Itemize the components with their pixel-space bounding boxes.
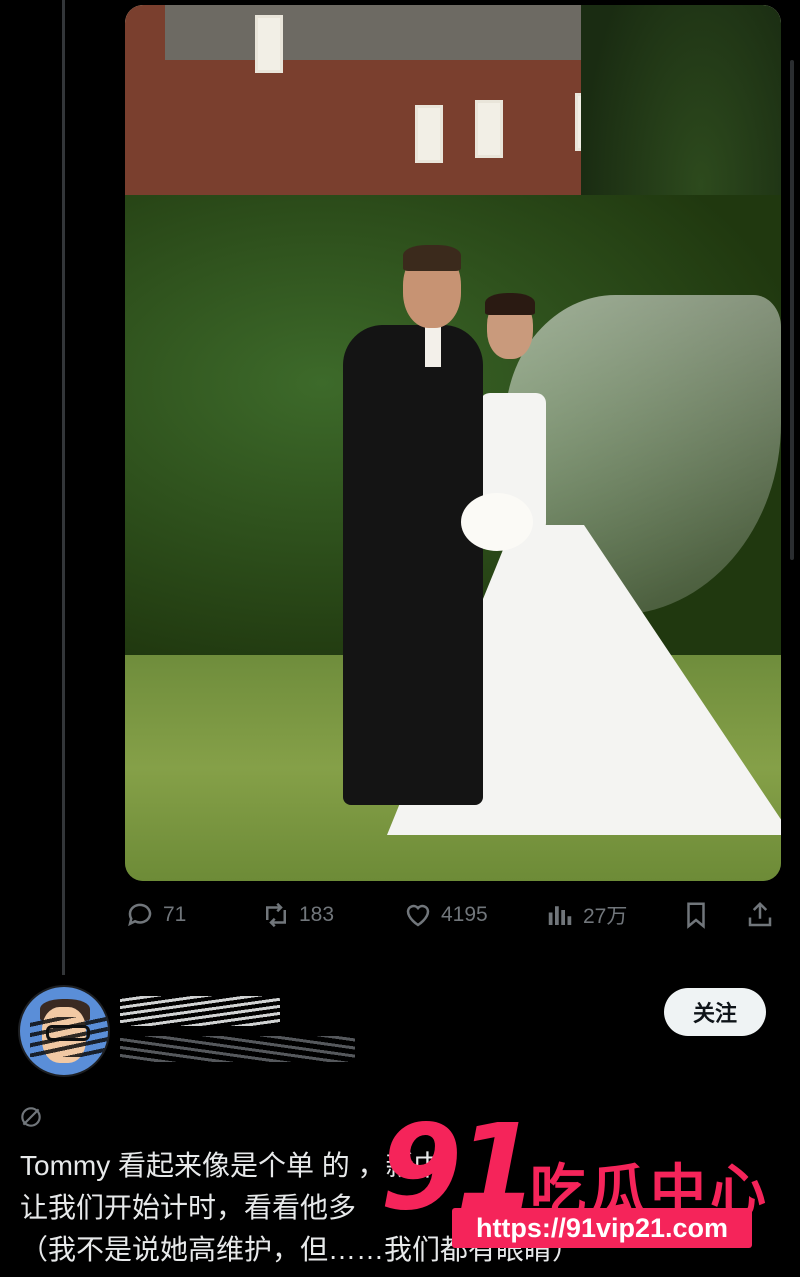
- share-icon: [748, 901, 772, 927]
- reply-icon: [128, 903, 152, 927]
- like-count: 4195: [441, 903, 488, 926]
- like-icon: [406, 904, 430, 927]
- repost-button[interactable]: 183: [261, 895, 334, 935]
- display-name-redacted[interactable]: [120, 996, 280, 1026]
- avatar[interactable]: [18, 985, 110, 1077]
- bookmark-icon: [687, 902, 705, 929]
- views-button[interactable]: 27万: [545, 895, 627, 935]
- repost-count: 183: [299, 903, 335, 926]
- views-icon: [548, 906, 572, 925]
- handle-redacted: [120, 1036, 355, 1062]
- watermark: 91 吃瓜中心 https://91vip21.com: [380, 1108, 780, 1268]
- views-count: 27万: [583, 905, 628, 928]
- post-actions: 71 183 4195 27万: [125, 895, 785, 935]
- watermark-url: https://91vip21.com: [452, 1208, 752, 1248]
- post-photo[interactable]: [125, 5, 781, 881]
- follow-button[interactable]: 关注: [664, 988, 766, 1036]
- scrollbar[interactable]: [790, 60, 794, 560]
- translate-icon[interactable]: [18, 1104, 44, 1130]
- share-button[interactable]: [745, 895, 775, 935]
- like-button[interactable]: 4195: [403, 895, 488, 935]
- reply-button[interactable]: 71: [125, 895, 186, 935]
- thread-line: [62, 0, 65, 975]
- repost-icon: [266, 902, 286, 928]
- reply-count: 71: [163, 903, 187, 926]
- bookmark-button[interactable]: [681, 895, 711, 935]
